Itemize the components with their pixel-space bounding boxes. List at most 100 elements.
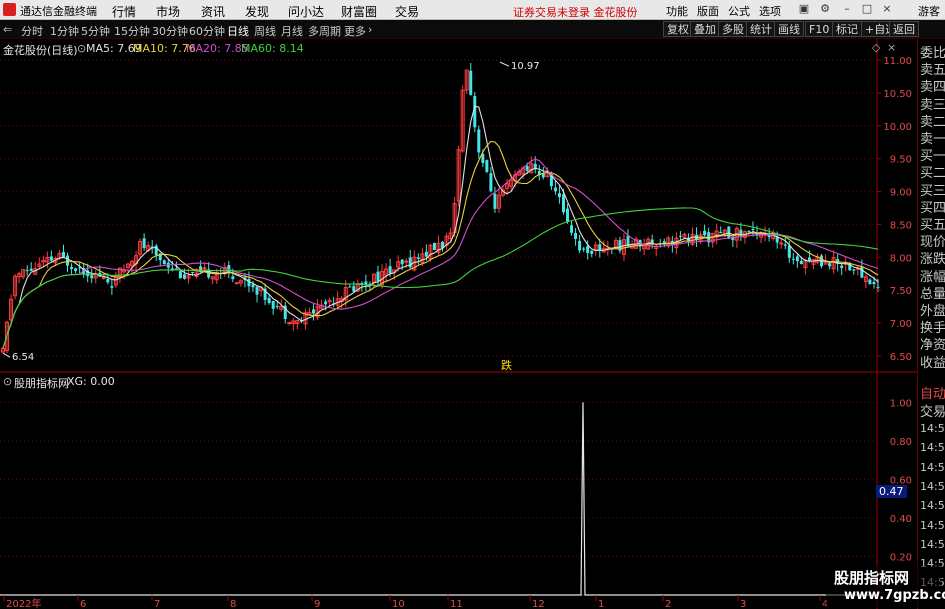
- candle-body: [404, 260, 409, 263]
- side-lower-label[interactable]: 自动: [920, 383, 945, 402]
- period-1min[interactable]: 1分钟: [50, 23, 79, 39]
- app-logo-icon: [3, 3, 16, 16]
- login-notice[interactable]: 证券交易未登录 金花股份: [513, 4, 638, 20]
- candle-body: [703, 230, 707, 236]
- high-pointer: [499, 61, 510, 67]
- candle-body: [570, 225, 574, 233]
- trade-time: 14:56: [920, 537, 945, 551]
- candle-body: [106, 279, 110, 283]
- side-label: 买三: [920, 183, 945, 199]
- candle-body: [400, 259, 404, 265]
- menu-options[interactable]: 选项: [759, 3, 781, 19]
- date-tick-label: 1: [598, 599, 604, 609]
- indicator-settings-icon[interactable]: ⊙: [3, 375, 12, 388]
- menu-formula[interactable]: 公式: [728, 3, 750, 19]
- candle-body: [840, 265, 844, 269]
- period-bar: ⇐ 分时 1分钟 5分钟 15分钟 30分钟 60分钟 日线 周线 月线 多周期…: [0, 20, 945, 39]
- arrow-left-icon[interactable]: ⇐: [3, 23, 12, 36]
- candle-body: [751, 228, 755, 230]
- settings-icon[interactable]: ⚙: [818, 2, 832, 15]
- diamond-icon[interactable]: ◇: [872, 41, 880, 54]
- statistics-button[interactable]: 统计: [746, 21, 776, 37]
- current-value-badge: 0.47: [876, 485, 907, 498]
- period-30min[interactable]: 30分钟: [152, 23, 188, 39]
- menu-ask[interactable]: 问小达: [288, 3, 324, 20]
- period-multi[interactable]: 多周期: [308, 23, 341, 39]
- date-tick-label: 11: [450, 599, 463, 609]
- candle-body: [49, 256, 53, 261]
- candle-body: [469, 70, 473, 95]
- candle-body: [533, 163, 537, 169]
- candle-body: [424, 251, 428, 257]
- period-5min[interactable]: 5分钟: [81, 23, 110, 39]
- price-tick-label: 10.50: [883, 89, 912, 100]
- candle-body: [101, 276, 106, 279]
- close-panel-icon[interactable]: ×: [887, 41, 896, 54]
- chart-area[interactable]: 11.0010.5010.009.509.008.508.007.507.006…: [0, 39, 917, 609]
- date-tick-label: 3: [740, 599, 746, 609]
- menu-trade[interactable]: 交易: [395, 3, 419, 20]
- back-button[interactable]: 返回: [889, 21, 919, 37]
- guest-label[interactable]: 游客: [918, 3, 940, 19]
- candle-body: [574, 233, 578, 239]
- candle-body: [408, 257, 412, 268]
- overlay-button[interactable]: 叠加: [690, 21, 720, 37]
- minimize-icon[interactable]: –: [840, 2, 854, 15]
- maximize-icon[interactable]: □: [860, 2, 874, 15]
- candle-body: [271, 300, 275, 309]
- candle-body: [191, 272, 195, 274]
- candle-body: [376, 271, 380, 282]
- candle-body: [178, 271, 182, 279]
- indicator-title: 股朋指标网: [14, 377, 69, 390]
- candle-body: [541, 173, 545, 178]
- candle-body: [110, 285, 114, 288]
- menu-news[interactable]: 资讯: [201, 3, 225, 20]
- trade-time: 14:56: [920, 499, 945, 513]
- candle-body: [678, 235, 682, 237]
- adjust-button[interactable]: 复权: [663, 21, 693, 37]
- chevron-right-icon[interactable]: ›: [368, 23, 372, 36]
- close-icon[interactable]: ×: [880, 2, 894, 15]
- indicator-tick-label: 0.20: [890, 552, 912, 563]
- candle-body: [432, 242, 436, 251]
- period-15min[interactable]: 15分钟: [114, 23, 150, 39]
- menu-quotes[interactable]: 行情: [112, 3, 136, 20]
- period-more[interactable]: 更多: [344, 23, 366, 39]
- period-tick[interactable]: 分时: [21, 23, 43, 39]
- candle-body: [202, 267, 207, 270]
- candle-body: [747, 231, 751, 233]
- side-lower-label[interactable]: 交易: [920, 401, 945, 420]
- settings-small-icon[interactable]: ⊙: [77, 42, 86, 55]
- menu-market[interactable]: 市场: [156, 3, 180, 20]
- period-monthly[interactable]: 月线: [281, 23, 303, 39]
- menu-layout[interactable]: 版面: [697, 3, 719, 19]
- candle-body: [154, 245, 158, 256]
- draw-line-button[interactable]: 画线: [774, 21, 804, 37]
- ma20-line: [2, 158, 879, 349]
- high-price-label: 10.97: [511, 61, 540, 72]
- low-price-label: 6.54: [12, 352, 34, 363]
- side-label: 买一: [920, 149, 945, 165]
- multi-stock-button[interactable]: 多股: [718, 21, 748, 37]
- price-tick-label: 8.50: [890, 220, 912, 231]
- period-daily[interactable]: 日线: [227, 23, 249, 39]
- trade-time: 14:56: [920, 460, 945, 474]
- period-60min[interactable]: 60分钟: [189, 23, 225, 39]
- f10-button[interactable]: F10: [805, 21, 834, 37]
- price-tick-label: 8.00: [890, 253, 912, 264]
- menu-function[interactable]: 功能: [666, 3, 688, 19]
- signal-marker: 跌: [501, 358, 512, 372]
- period-weekly[interactable]: 周线: [254, 23, 276, 39]
- date-tick-label: 12: [532, 599, 545, 609]
- side-label: 收益: [920, 355, 945, 371]
- moving-average-lines: [2, 61, 879, 358]
- menu-discover[interactable]: 发现: [245, 3, 269, 20]
- price-tick-label: 9.50: [890, 155, 912, 166]
- side-label: 卖五: [920, 63, 945, 79]
- menu-wealth[interactable]: 财富圈: [341, 3, 377, 20]
- mark-button[interactable]: 标记: [832, 21, 862, 37]
- candle-body: [348, 286, 352, 288]
- skin-icon[interactable]: ▣: [797, 2, 811, 15]
- side-label: 买五: [920, 218, 945, 233]
- side-label: 委比: [920, 46, 945, 61]
